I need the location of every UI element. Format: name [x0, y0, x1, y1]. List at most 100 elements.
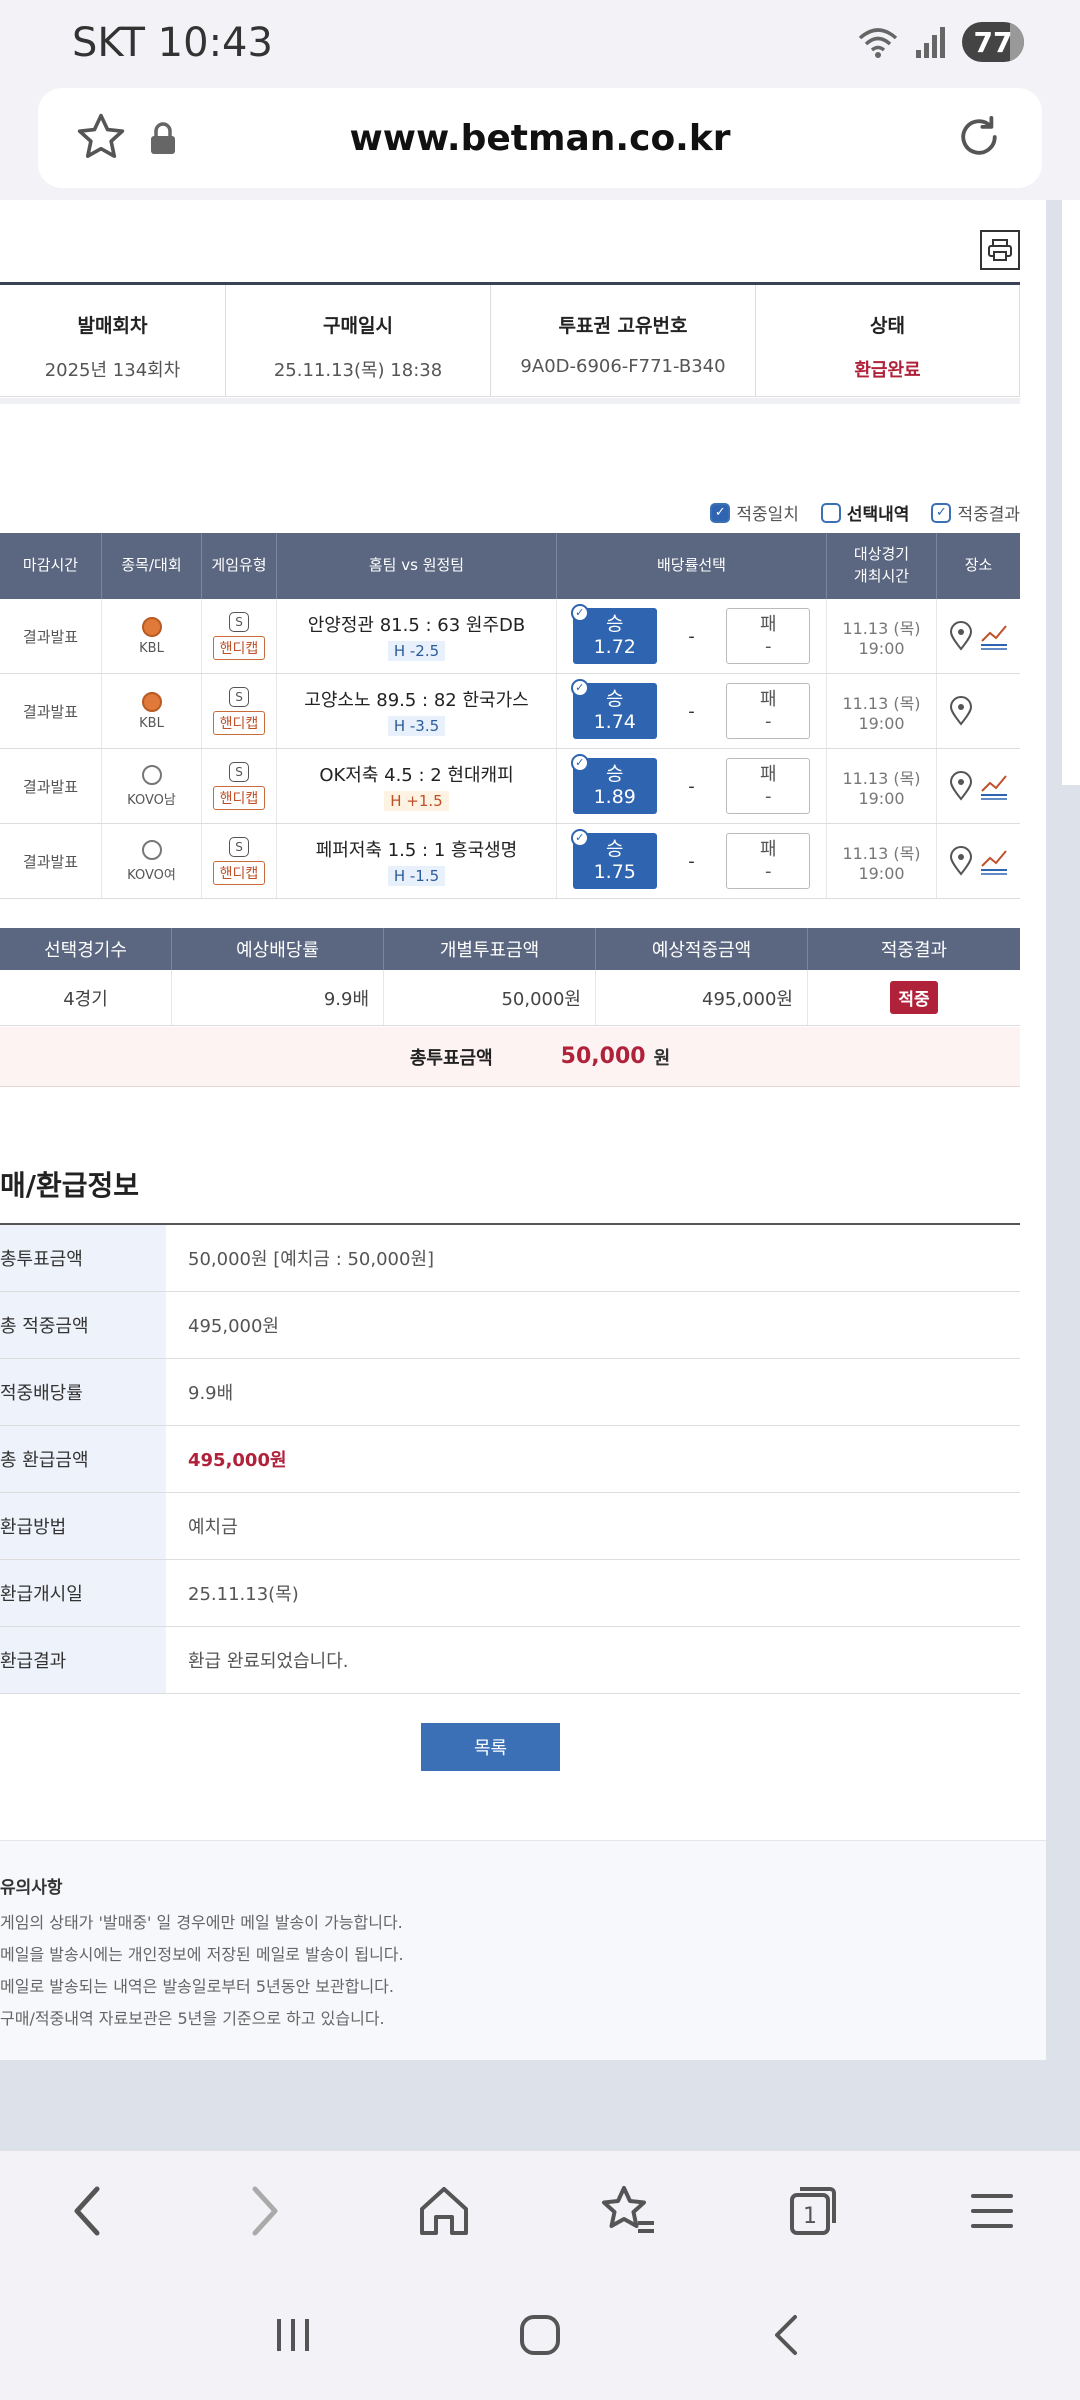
sum-th-count: 선택경기수	[0, 928, 172, 970]
row-match: 페퍼저축 1.5 : 1 흥국생명	[315, 840, 518, 861]
refund-value: 25.11.13(목)	[188, 1584, 299, 1605]
back-icon[interactable]	[63, 2181, 113, 2241]
lose-odds-button[interactable]: 패-	[726, 758, 811, 814]
row-league: KBL	[139, 715, 164, 731]
checkbox-empty-icon[interactable]	[820, 502, 841, 523]
system-back-icon[interactable]	[765, 2311, 809, 2359]
row-match: 고양소노 89.5 : 82 한국가스	[304, 690, 529, 711]
th-type: 게임유형	[202, 533, 277, 599]
tabs-icon[interactable]: 1	[784, 2183, 840, 2239]
trend-chart-icon[interactable]	[979, 621, 1009, 651]
summary-row: 4경기 9.9배 50,000원 495,000원 적중	[0, 970, 1020, 1026]
trend-chart-icon[interactable]	[979, 846, 1009, 876]
info-purchase-date-header: 구매일시	[323, 315, 393, 337]
ticket-info-table: 발매회차 2025년 134회차 구매일시 25.11.13(목) 18:38 …	[0, 285, 1020, 397]
refund-label: 적중배당률	[0, 1359, 166, 1425]
refund-label: 환급결과	[0, 1627, 166, 1693]
refund-section-title: 매/환급정보	[0, 1169, 140, 1202]
refund-row: 총 환급금액 495,000원	[0, 1426, 1020, 1493]
legend-hit-match[interactable]: ✓ 적중일치	[710, 500, 799, 525]
menu-icon[interactable]	[967, 2186, 1017, 2236]
legend: ✓ 적중일치 선택내역 ✓ 적중결과	[710, 500, 1020, 525]
row-league: KOVO여	[127, 867, 176, 883]
notice-item: 메일로 발송되는 내역은 발송일로부터 5년동안 보관합니다.	[0, 1977, 394, 1996]
refund-value: 495,000원	[188, 1450, 287, 1471]
table-row: 결과발표 KOVO여 S 핸디캡 페퍼저축 1.5 : 1 흥국생명 H -1.5 …	[0, 824, 1020, 899]
basketball-icon	[141, 691, 162, 712]
refund-row: 총투표금액 50,000원 [예치금 : 50,000원]	[0, 1225, 1020, 1292]
battery-icon: 77	[962, 22, 1024, 62]
location-pin-icon[interactable]	[949, 696, 973, 726]
win-odds-button[interactable]: ✓ 승 1.89	[570, 754, 657, 814]
location-pin-icon[interactable]	[949, 771, 973, 801]
refund-row: 총 적중금액 495,000원	[0, 1292, 1020, 1359]
total-bet-amount: 50,000	[560, 1044, 646, 1069]
url-bar[interactable]: www.betman.co.kr	[38, 88, 1042, 188]
sum-th-expected: 예상적중금액	[596, 928, 808, 970]
url-text[interactable]: www.betman.co.kr	[38, 118, 1042, 159]
info-round: 발매회차 2025년 134회차	[0, 285, 226, 396]
info-ticket-id: 투표권 고유번호 9A0D-6906-F771-B340	[491, 285, 756, 396]
win-odds-button[interactable]: ✓ 승 1.75	[570, 829, 657, 889]
home-button-icon[interactable]	[516, 2311, 564, 2359]
row-time: 19:00	[858, 713, 905, 733]
total-bet-row: 총투표금액 50,000 원	[0, 1027, 1020, 1087]
th-league: 종목/대회	[102, 533, 202, 599]
print-button[interactable]	[980, 230, 1020, 270]
lose-odds-button[interactable]: 패-	[726, 608, 811, 664]
location-pin-icon[interactable]	[949, 621, 973, 651]
row-type: 핸디캡	[212, 786, 266, 810]
checkbox-outline-check-icon[interactable]: ✓	[931, 502, 952, 523]
win-odds-button[interactable]: ✓ 승 1.74	[570, 679, 657, 739]
s-badge-icon: S	[229, 762, 249, 782]
row-handicap: H -1.5	[387, 866, 446, 886]
row-close: 결과발표	[0, 824, 102, 898]
draw-odds: -	[688, 625, 695, 647]
th-venue: 장소	[964, 556, 993, 575]
s-badge-icon: S	[229, 612, 249, 632]
draw-odds: -	[688, 850, 695, 872]
lose-odds-button[interactable]: 패-	[726, 833, 811, 889]
status-time: SKT 10:43	[72, 20, 273, 66]
reload-icon[interactable]	[952, 110, 1006, 164]
scrollbar[interactable]	[1062, 200, 1080, 785]
info-purchase-date: 구매일시 25.11.13(목) 18:38	[226, 285, 491, 396]
location-pin-icon[interactable]	[949, 846, 973, 876]
row-date: 11.13 (목)	[842, 693, 921, 713]
trend-chart-icon[interactable]	[979, 771, 1009, 801]
recent-apps-icon[interactable]	[271, 2313, 315, 2357]
refund-row: 적중배당률 9.9배	[0, 1359, 1020, 1426]
legend-hit-result[interactable]: ✓ 적중결과	[931, 500, 1020, 525]
refund-value: 495,000원	[188, 1316, 279, 1337]
bookmarks-icon[interactable]	[598, 2183, 658, 2239]
table-row: 결과발표 KOVO남 S 핸디캡 OK저축 4.5 : 2 현대캐피 H +1.5 …	[0, 749, 1020, 824]
forward-icon[interactable]	[239, 2181, 289, 2241]
win-odds-button[interactable]: ✓ 승 1.72	[570, 604, 657, 664]
home-icon[interactable]	[416, 2183, 472, 2239]
table-row: 결과발표 KBL S 핸디캡 안양정관 81.5 : 63 원주DB H -2.5 …	[0, 599, 1020, 674]
row-league: KBL	[139, 640, 164, 656]
row-type: 핸디캡	[212, 861, 266, 885]
refund-table: 총투표금액 50,000원 [예치금 : 50,000원] 총 적중금액 495,0…	[0, 1225, 1020, 1694]
refund-value: 50,000원 [예치금 : 50,000원]	[188, 1249, 435, 1270]
svg-text:1: 1	[803, 2204, 817, 2229]
refund-row: 환급방법 예치금	[0, 1493, 1020, 1560]
refund-row: 환급개시일 25.11.13(목)	[0, 1560, 1020, 1627]
row-time: 19:00	[858, 788, 905, 808]
list-button[interactable]: 목록	[421, 1723, 560, 1771]
row-type: 핸디캡	[212, 711, 266, 735]
sum-expected: 495,000원	[596, 970, 808, 1025]
check-icon: ✓	[570, 829, 589, 847]
row-close: 결과발표	[0, 599, 102, 673]
th-time: 대상경기 개최시간	[827, 533, 937, 599]
draw-odds: -	[688, 775, 695, 797]
row-match: 안양정관 81.5 : 63 원주DB	[307, 615, 526, 636]
refund-label: 총 환급금액	[0, 1426, 166, 1492]
page-bottom-background	[0, 2060, 1080, 2150]
legend-selection[interactable]: 선택내역	[820, 500, 909, 525]
info-purchase-date-value: 25.11.13(목) 18:38	[273, 360, 443, 381]
checkbox-checked-icon[interactable]: ✓	[710, 502, 731, 523]
lose-odds-button[interactable]: 패-	[726, 683, 811, 739]
sum-th-odds: 예상배당률	[172, 928, 384, 970]
game-table-header: 마감시간 종목/대회 게임유형 홈팀 vs 원정팀 배당률선택 대상경기 개최시…	[0, 533, 1020, 599]
